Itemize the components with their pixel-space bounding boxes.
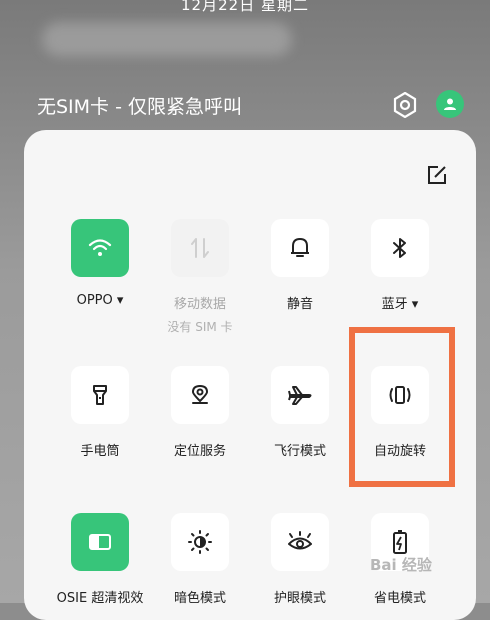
edit-icon[interactable] xyxy=(426,164,448,186)
tile-label: 定位服务 xyxy=(173,444,226,459)
dark-mode-toggle[interactable] xyxy=(171,513,229,571)
tile-label: 暗色模式 xyxy=(173,591,226,606)
tile-label: 护眼模式 xyxy=(273,591,326,606)
airplane-icon xyxy=(288,386,312,405)
auto-rotate-highlight-box xyxy=(349,327,455,487)
tile-location[interactable]: 定位服务 xyxy=(154,366,246,459)
osie-toggle[interactable] xyxy=(71,513,129,571)
wifi-toggle[interactable] xyxy=(71,219,129,277)
sim-status-text: 无SIM卡 - 仅限紧急呼叫 xyxy=(37,96,242,118)
tile-label: OSIE 超清视效 xyxy=(56,591,144,606)
tile-label: 省电模式 xyxy=(373,591,426,606)
airplane-toggle[interactable] xyxy=(271,366,329,424)
tile-label: 手电筒 xyxy=(80,444,120,459)
flashlight-icon xyxy=(93,385,107,405)
flashlight-toggle[interactable] xyxy=(71,366,129,424)
bluetooth-toggle[interactable] xyxy=(371,219,429,277)
user-avatar-icon[interactable] xyxy=(436,90,464,118)
location-icon xyxy=(192,385,208,404)
tile-sublabel: 没有 SIM 卡 xyxy=(167,320,233,334)
tile-dark-mode[interactable]: 暗色模式 xyxy=(154,513,246,606)
location-toggle[interactable] xyxy=(171,366,229,424)
blurred-notification xyxy=(42,22,292,56)
eye-care-toggle[interactable] xyxy=(271,513,329,571)
dark-mode-icon xyxy=(188,530,212,554)
bell-icon xyxy=(291,238,309,257)
wifi-icon xyxy=(88,239,112,256)
tile-airplane[interactable]: 飞行模式 xyxy=(254,366,346,459)
mobile-data-toggle[interactable] xyxy=(171,219,229,277)
osie-icon xyxy=(89,534,111,550)
bluetooth-icon xyxy=(393,238,406,258)
tile-mobile-data[interactable]: 移动数据 没有 SIM 卡 xyxy=(154,219,246,335)
tile-bluetooth[interactable]: 蓝牙 ▾ xyxy=(354,219,446,312)
tile-eye-care[interactable]: 护眼模式 xyxy=(254,513,346,606)
battery-icon xyxy=(393,530,407,554)
silent-toggle[interactable] xyxy=(271,219,329,277)
tile-label: 静音 xyxy=(286,297,313,312)
status-date: 12月22日 星期二 xyxy=(181,0,309,14)
watermark: Bai 经验 xyxy=(370,556,432,574)
tile-flashlight[interactable]: 手电筒 xyxy=(54,366,146,459)
eye-icon xyxy=(288,531,312,550)
tile-label: 飞行模式 xyxy=(273,444,326,459)
tile-wifi[interactable]: OPPO ▾ xyxy=(54,219,146,308)
settings-gear-icon[interactable] xyxy=(392,92,418,118)
mobile-data-icon xyxy=(191,238,209,258)
tile-label: OPPO ▾ xyxy=(76,293,124,308)
tile-label: 移动数据 xyxy=(173,297,226,312)
tile-osie[interactable]: OSIE 超清视效 xyxy=(54,513,146,606)
tile-silent[interactable]: 静音 xyxy=(254,219,346,312)
tile-label: 蓝牙 ▾ xyxy=(381,297,419,312)
